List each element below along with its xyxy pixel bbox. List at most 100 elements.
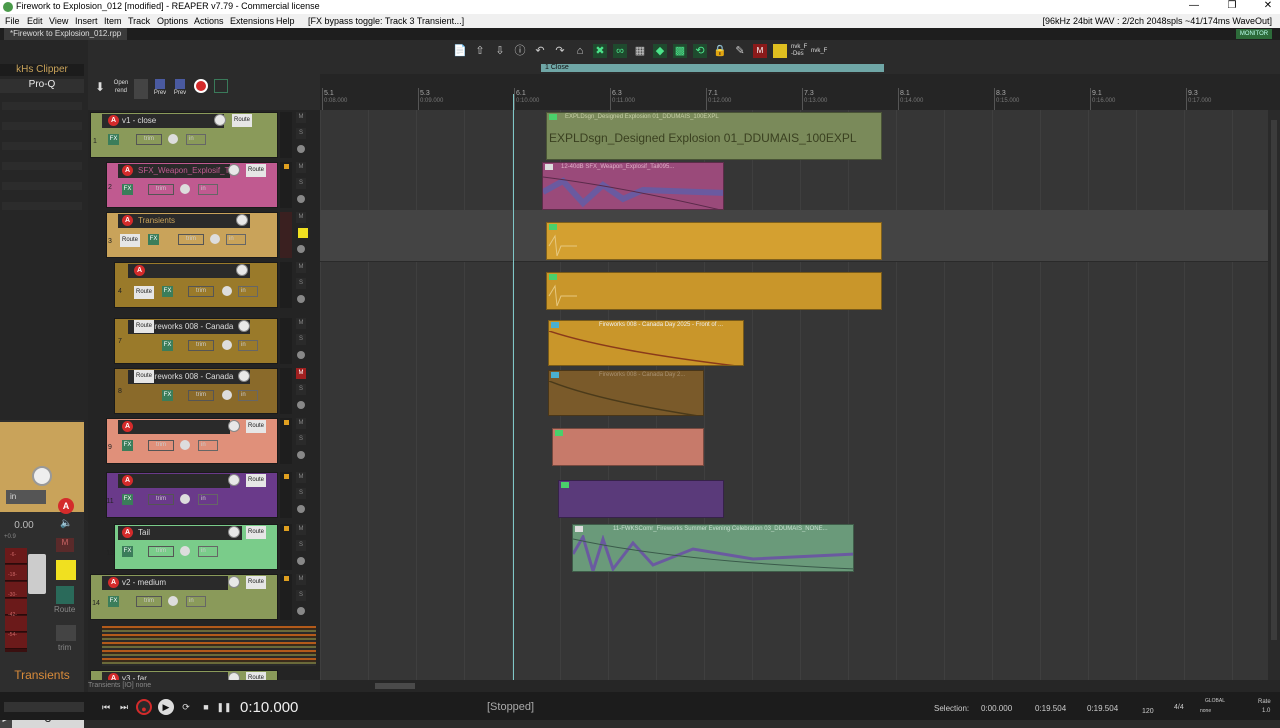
edit-cursor[interactable] <box>513 94 514 680</box>
arrange-view[interactable]: EXPLDsgn_Designed Explosion 01_DDUMAIS_1… <box>320 110 1272 680</box>
input-selector[interactable]: in <box>186 134 206 145</box>
fx-button[interactable]: FX <box>108 596 119 607</box>
solo-button[interactable]: S <box>296 278 306 289</box>
trim-button[interactable]: trim <box>148 546 174 557</box>
pan-knob[interactable] <box>222 390 232 400</box>
selection-length[interactable]: 0:19.504 <box>1087 704 1118 713</box>
project-tab[interactable]: *Firework to Explosion_012.rpp <box>4 28 128 40</box>
tempo[interactable]: 120 <box>1142 708 1154 715</box>
fx-button[interactable]: FX <box>148 234 159 245</box>
solo-button[interactable]: S <box>296 128 306 139</box>
solo-button[interactable]: S <box>296 334 306 345</box>
download-icon[interactable]: ⬇ <box>93 79 107 99</box>
menu-item[interactable]: Item <box>104 16 122 26</box>
mute-button[interactable]: M <box>296 368 306 379</box>
open-render-button[interactable]: Open rend <box>110 79 132 99</box>
menu-track[interactable]: Track <box>128 16 150 26</box>
info-icon[interactable]: ⓘ <box>513 44 527 58</box>
record-arm-button[interactable]: A <box>58 498 74 514</box>
audio-status[interactable]: [96kHz 24bit WAV : 2/2ch 2048spls ~41/17… <box>1042 16 1272 26</box>
mute-button[interactable]: M <box>296 162 306 173</box>
input-selector[interactable]: in <box>238 286 258 297</box>
phase-icon[interactable] <box>297 607 305 615</box>
pan-knob[interactable] <box>180 494 190 504</box>
lock-icon[interactable]: 🔒 <box>713 44 727 58</box>
input-selector[interactable]: in <box>238 340 258 351</box>
trim-button[interactable]: trim <box>148 440 174 451</box>
save-icon[interactable]: ⇧ <box>473 44 487 58</box>
track-row[interactable]: 13 Tail A Route FX trim in M S <box>88 522 320 572</box>
solo-button[interactable]: S <box>296 384 306 395</box>
marker-icon[interactable] <box>773 44 787 58</box>
track-name[interactable] <box>128 264 250 278</box>
go-end-button[interactable]: ⏭ <box>116 699 132 715</box>
route-label[interactable]: Route <box>54 605 75 614</box>
record-arm-button[interactable]: A <box>122 527 133 538</box>
phase-icon[interactable] <box>297 145 305 153</box>
media-item[interactable]: 11-FWKSComr_Fireworks Summer Evening Cel… <box>572 524 854 572</box>
fx-button[interactable]: FX <box>122 440 133 451</box>
menu-view[interactable]: View <box>49 16 68 26</box>
menu-insert[interactable]: Insert <box>75 16 98 26</box>
mute-button[interactable]: M <box>296 262 306 273</box>
render-icon[interactable]: ⇩ <box>493 44 507 58</box>
phase-icon[interactable] <box>297 351 305 359</box>
selection-start[interactable]: 0:00.000 <box>981 704 1012 713</box>
mute-button[interactable]: M <box>296 418 306 429</box>
minimize-icon[interactable]: — <box>1184 0 1204 11</box>
group-icon[interactable]: ◆ <box>653 44 667 58</box>
trim-button[interactable]: trim <box>148 494 174 505</box>
track-name[interactable]: SFX_Weapon_Explosif_T <box>118 164 230 178</box>
menu-edit[interactable]: Edit <box>27 16 43 26</box>
fx-button[interactable]: FX <box>162 286 173 297</box>
record-arm-button[interactable]: A <box>108 115 119 126</box>
undo-icon[interactable]: ↶ <box>533 44 547 58</box>
record-arm-button[interactable]: A <box>134 265 145 276</box>
route-button[interactable]: Route <box>246 576 266 589</box>
record-arm-button[interactable]: A <box>122 165 133 176</box>
trim-button[interactable]: trim <box>178 234 204 245</box>
pan-knob[interactable] <box>32 466 52 486</box>
volume-knob[interactable] <box>228 420 240 432</box>
input-selector[interactable]: in <box>198 184 218 195</box>
phase-icon[interactable] <box>297 557 305 565</box>
home-icon[interactable]: ⌂ <box>573 44 587 58</box>
prev-button-1[interactable]: Prev <box>152 79 168 99</box>
volume-knob[interactable] <box>236 264 248 276</box>
empty-fx-slot[interactable] <box>2 142 82 150</box>
input-selector[interactable]: in <box>198 494 218 505</box>
pencil-icon[interactable]: ✎ <box>733 44 747 58</box>
record-arm-button[interactable]: A <box>108 673 119 680</box>
phase-icon[interactable] <box>297 505 305 513</box>
media-item[interactable]: Fireworks 008 - Canada Day 2025 - Front … <box>548 320 744 366</box>
collapsed-tracks[interactable] <box>102 626 316 666</box>
close-icon[interactable]: ✕ <box>1258 0 1278 11</box>
track-row[interactable]: 14 v2 - medium A Route FX trim in M S <box>88 572 320 624</box>
input-selector[interactable]: in <box>198 440 218 451</box>
time-signature[interactable]: 4/4 <box>1174 704 1184 711</box>
empty-fx-slot[interactable] <box>2 202 82 210</box>
horizontal-scrollbar[interactable] <box>320 680 1280 692</box>
trim-icon[interactable] <box>56 625 76 641</box>
fx-button[interactable]: FX <box>108 134 119 145</box>
track-row[interactable]: 2 SFX_Weapon_Explosif_T A Route FX trim … <box>88 160 320 210</box>
track-name[interactable] <box>118 474 230 488</box>
empty-fx-slot[interactable] <box>2 122 82 130</box>
pan-knob[interactable] <box>222 286 232 296</box>
phase-icon[interactable] <box>297 295 305 303</box>
ripple-icon[interactable]: ✖ <box>593 44 607 58</box>
track-name[interactable]: Tail <box>118 526 242 540</box>
track-name[interactable] <box>118 420 230 434</box>
mute-button[interactable]: M <box>296 574 306 585</box>
volume-knob[interactable] <box>238 320 250 332</box>
grid-icon[interactable]: ▦ <box>633 44 647 58</box>
volume-knob[interactable] <box>228 474 240 486</box>
media-item[interactable]: EXPLDsgn_Designed Explosion 01_DDUMAIS_1… <box>546 112 882 160</box>
track-name[interactable]: v1 - close <box>102 114 224 128</box>
record-arm-button[interactable]: A <box>122 475 133 486</box>
input-selector[interactable]: in <box>226 234 246 245</box>
play-button[interactable]: ▶ <box>158 699 174 715</box>
record-icon[interactable] <box>194 79 208 93</box>
track-row[interactable]: 9 A Route FX trim in M S <box>88 416 320 468</box>
fx-slot-2[interactable]: Pro-Q <box>0 79 84 93</box>
